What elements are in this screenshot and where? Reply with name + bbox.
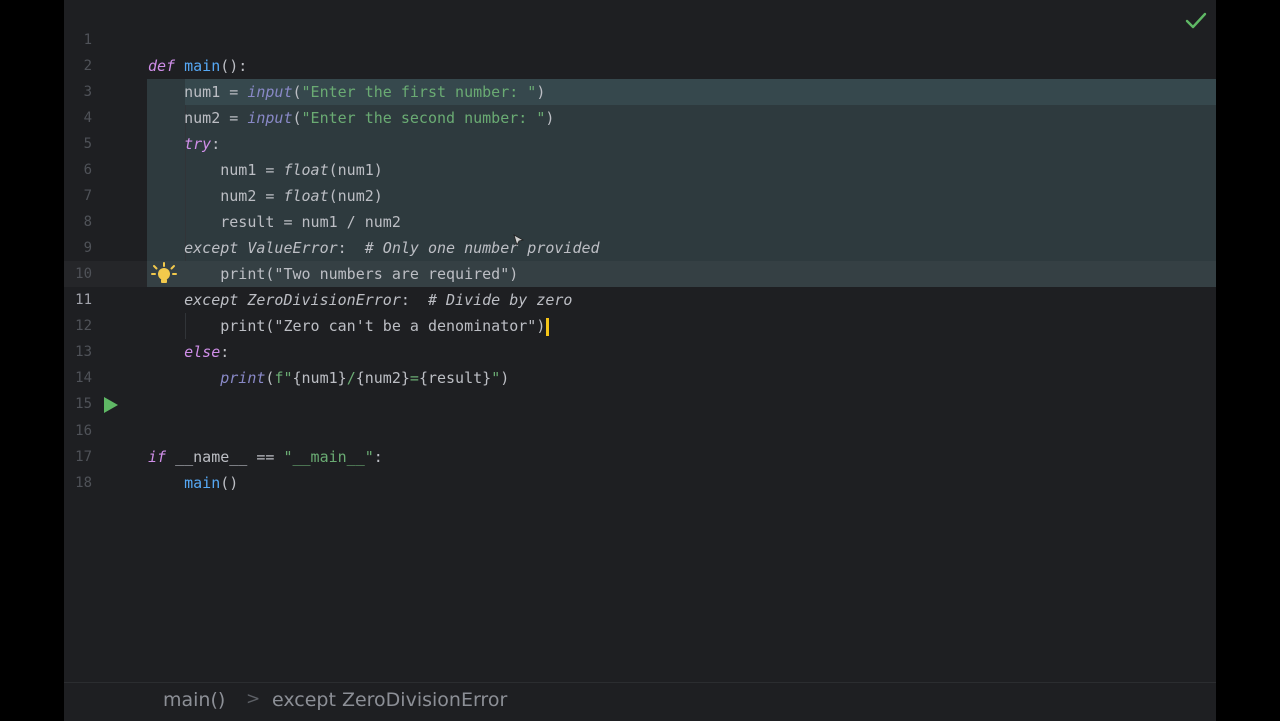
mouse-cursor-icon	[513, 231, 525, 247]
breadcrumb: main() > except ZeroDivisionError	[64, 682, 1216, 721]
breadcrumb-item-main[interactable]: main()	[163, 689, 225, 711]
run-icon[interactable]	[102, 396, 120, 414]
code-line[interactable]: 17 main()	[64, 418, 1216, 492]
line-number: 18	[75, 475, 92, 491]
code-line[interactable]: 15	[64, 365, 1216, 412]
lightbulb-icon[interactable]	[151, 262, 177, 286]
code-line[interactable]: 13 print(f"{num1}/{num2}={result}")	[64, 313, 1216, 387]
code-line[interactable]: 14	[64, 339, 1216, 386]
code-editor[interactable]: 1 def main(): 2 num1 = input("Enter the …	[64, 0, 1216, 721]
code-line[interactable]: 12 else:	[64, 287, 1216, 361]
code-line[interactable]: 16 if __name__ == "__main__":	[64, 392, 1216, 466]
code-line[interactable]: 4 try:	[64, 79, 1216, 153]
code-line[interactable]: 3 num2 = input("Enter the second number:…	[64, 53, 1216, 127]
breadcrumb-separator: >	[246, 689, 261, 709]
code-line[interactable]: 10 except ZeroDivisionError: # Divide by…	[64, 235, 1216, 309]
checkmark-icon[interactable]	[1184, 10, 1208, 32]
code-line[interactable]: 6 num2 = float(num2)	[64, 131, 1216, 205]
code-line[interactable]: 1 def main():	[64, 1, 1216, 75]
code-line[interactable]: 18	[64, 444, 1216, 491]
code-line[interactable]: 7 result = num1 / num2	[64, 157, 1216, 231]
breadcrumb-item-except[interactable]: except ZeroDivisionError	[272, 689, 507, 711]
code-line[interactable]: 5 num1 = float(num1)	[64, 105, 1216, 179]
line-text: main()	[184, 474, 239, 492]
code-line-current[interactable]: 11 print("Zero can't be a denominator")	[64, 261, 1216, 336]
code-line[interactable]: 8 except ValueError: # Only one number p…	[64, 183, 1216, 257]
code-line[interactable]: 2 num1 = input("Enter the first number: …	[64, 27, 1216, 101]
code-line[interactable]: 9 print("Two numbers are required")	[64, 209, 1216, 283]
